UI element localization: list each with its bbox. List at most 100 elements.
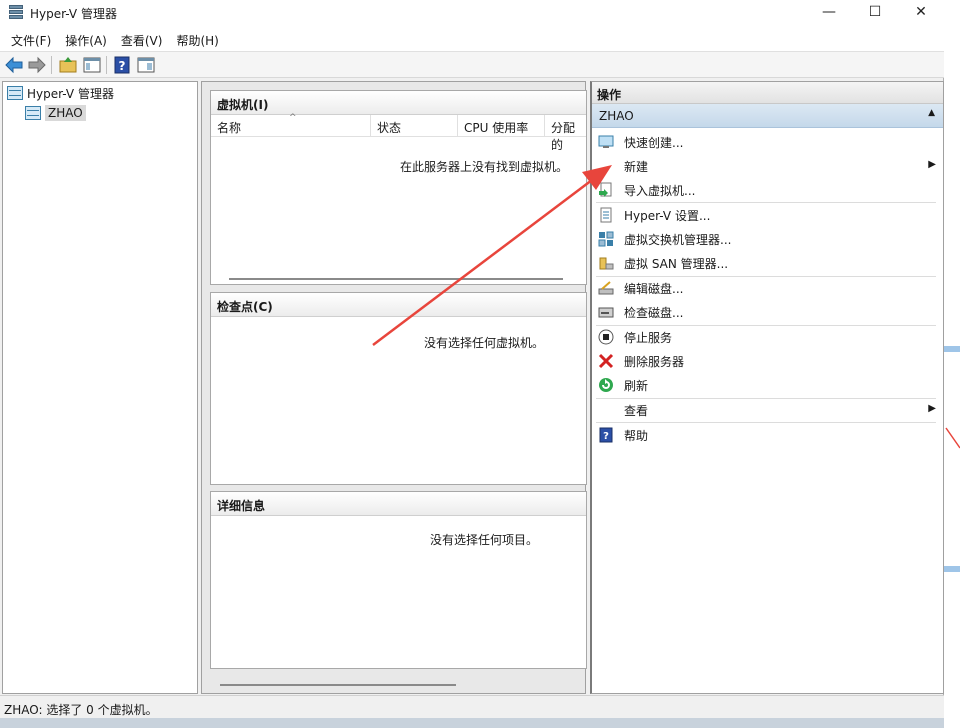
action-separator	[596, 422, 936, 423]
up-folder-icon[interactable]	[58, 55, 78, 75]
menu-help[interactable]: 帮助(H)	[169, 26, 225, 51]
vm-panel: 虚拟机(I) 名称 ^ 状态 CPU 使用率 分配的 在此服务器上没有找到虚拟机…	[210, 90, 587, 285]
center-pane: 虚拟机(I) 名称 ^ 状态 CPU 使用率 分配的 在此服务器上没有找到虚拟机…	[201, 81, 587, 694]
action-label: 刷新	[624, 378, 649, 393]
column-memory[interactable]: 分配的	[551, 119, 586, 153]
checkpoint-panel: 检查点(C) 没有选择任何虚拟机。	[210, 292, 587, 485]
action-label: 检查磁盘...	[624, 305, 684, 320]
column-cpu[interactable]: CPU 使用率	[464, 119, 528, 136]
column-state[interactable]: 状态	[377, 119, 401, 136]
collapse-caret-icon[interactable]: ▲	[928, 108, 935, 118]
action-new[interactable]: 新建 ▶	[596, 155, 940, 177]
checkpoint-empty-message: 没有选择任何虚拟机。	[424, 336, 545, 350]
action-import-vm[interactable]: 导入虚拟机...	[596, 179, 940, 201]
column-divider[interactable]	[457, 115, 458, 137]
tree-root-label: Hyper-V 管理器	[27, 86, 114, 101]
action-stop-service[interactable]: 停止服务	[596, 326, 940, 348]
show-hide-tree-icon[interactable]	[82, 55, 102, 75]
refresh-icon	[599, 378, 613, 392]
details-panel: 详细信息 没有选择任何项目。	[210, 491, 587, 669]
action-view[interactable]: 查看 ▶	[596, 399, 940, 421]
column-divider[interactable]	[370, 115, 371, 137]
action-label: 虚拟 SAN 管理器...	[624, 256, 729, 271]
menu-file[interactable]: 文件(F)	[4, 26, 58, 51]
tree-item-root[interactable]: Hyper-V 管理器	[7, 84, 114, 102]
blank-icon	[598, 402, 614, 418]
forward-arrow-icon[interactable]	[27, 55, 47, 75]
back-arrow-icon[interactable]	[4, 55, 24, 75]
delete-icon	[598, 353, 614, 369]
close-button[interactable]: ✕	[898, 0, 944, 26]
action-inspect-disk[interactable]: 检查磁盘...	[596, 301, 940, 323]
details-empty-message: 没有选择任何项目。	[430, 533, 539, 547]
vm-empty-message: 在此服务器上没有找到虚拟机。	[400, 160, 569, 174]
hyperv-manager-window: Hyper-V 管理器 — ☐ ✕ 文件(F) 操作(A) 查看(V) 帮助(H…	[0, 0, 944, 718]
vm-column-headers: 名称 ^ 状态 CPU 使用率 分配的	[211, 113, 586, 152]
details-panel-title: 详细信息	[211, 492, 586, 516]
actions-pane: 操作 ZHAO ▲ 快速创建... 新建 ▶ 导入虚拟机... Hyper-V …	[590, 81, 944, 694]
vm-panel-title: 虚拟机(I)	[211, 91, 586, 115]
window-title: Hyper-V 管理器	[30, 7, 117, 21]
action-virtual-san-manager[interactable]: 虚拟 SAN 管理器...	[596, 252, 940, 274]
background-stripe	[944, 566, 960, 572]
import-icon	[599, 182, 612, 197]
svg-text:?: ?	[603, 431, 609, 442]
status-text: ZHAO: 选择了 0 个虚拟机。	[4, 703, 158, 717]
toolbar: ?	[0, 52, 944, 78]
background-stripe	[944, 346, 960, 352]
action-refresh[interactable]: 刷新	[596, 374, 940, 396]
action-label: Hyper-V 设置...	[624, 208, 711, 223]
center-horizontal-scrollbar[interactable]	[220, 684, 456, 686]
blank-icon	[598, 158, 614, 174]
svg-text:?: ?	[119, 59, 126, 73]
tree-item-server[interactable]: ZHAO	[25, 104, 86, 122]
action-separator	[596, 202, 936, 203]
action-virtual-switch-manager[interactable]: 虚拟交换机管理器...	[596, 228, 940, 250]
vm-horizontal-scrollbar[interactable]	[229, 278, 563, 280]
action-label: 快速创建...	[624, 135, 684, 150]
show-hide-action-pane-icon[interactable]	[136, 55, 156, 75]
help-icon: ?	[599, 427, 613, 443]
edit-disk-icon	[598, 281, 614, 295]
switch-icon	[598, 231, 614, 247]
action-label: 停止服务	[624, 330, 673, 345]
menu-action[interactable]: 操作(A)	[58, 26, 114, 51]
stop-icon	[598, 329, 614, 345]
toolbar-separator	[106, 56, 107, 74]
minimize-button[interactable]: —	[806, 0, 852, 26]
action-quick-create[interactable]: 快速创建...	[596, 131, 940, 153]
column-name[interactable]: 名称	[217, 119, 241, 136]
column-divider[interactable]	[544, 115, 545, 137]
toolbar-separator	[51, 56, 52, 74]
action-label: 帮助	[624, 428, 649, 443]
action-label: 新建	[624, 159, 649, 174]
action-label: 虚拟交换机管理器...	[624, 232, 732, 247]
hyperv-manager-icon	[7, 86, 23, 100]
actions-group-label: ZHAO	[599, 109, 634, 123]
menu-view[interactable]: 查看(V)	[114, 26, 170, 51]
menu-bar: 文件(F) 操作(A) 查看(V) 帮助(H)	[0, 26, 944, 52]
action-label: 删除服务器	[624, 354, 685, 369]
san-icon	[599, 257, 614, 270]
action-label: 编辑磁盘...	[624, 281, 684, 296]
action-hyperv-settings[interactable]: Hyper-V 设置...	[596, 204, 940, 226]
sort-ascending-icon: ^	[289, 113, 297, 123]
title-bar[interactable]: Hyper-V 管理器 — ☐ ✕	[0, 0, 944, 26]
action-help[interactable]: ? 帮助	[596, 424, 940, 446]
maximize-button[interactable]: ☐	[852, 0, 898, 26]
checkpoint-panel-title: 检查点(C)	[211, 293, 586, 317]
action-label: 导入虚拟机...	[624, 183, 696, 198]
server-icon	[25, 106, 41, 120]
actions-group-server[interactable]: ZHAO ▲	[592, 104, 943, 128]
help-toolbar-icon[interactable]: ?	[112, 55, 132, 75]
navigation-tree: Hyper-V 管理器 ZHAO	[2, 81, 198, 694]
action-remove-server[interactable]: 删除服务器	[596, 350, 940, 372]
inspect-disk-icon	[598, 307, 614, 318]
action-edit-disk[interactable]: 编辑磁盘...	[596, 277, 940, 299]
action-label: 查看	[624, 403, 649, 418]
tree-server-label: ZHAO	[45, 105, 86, 121]
submenu-arrow-icon: ▶	[928, 159, 936, 170]
quick-create-icon	[598, 135, 614, 148]
hyperv-app-icon	[9, 5, 23, 21]
submenu-arrow-icon: ▶	[928, 403, 936, 414]
